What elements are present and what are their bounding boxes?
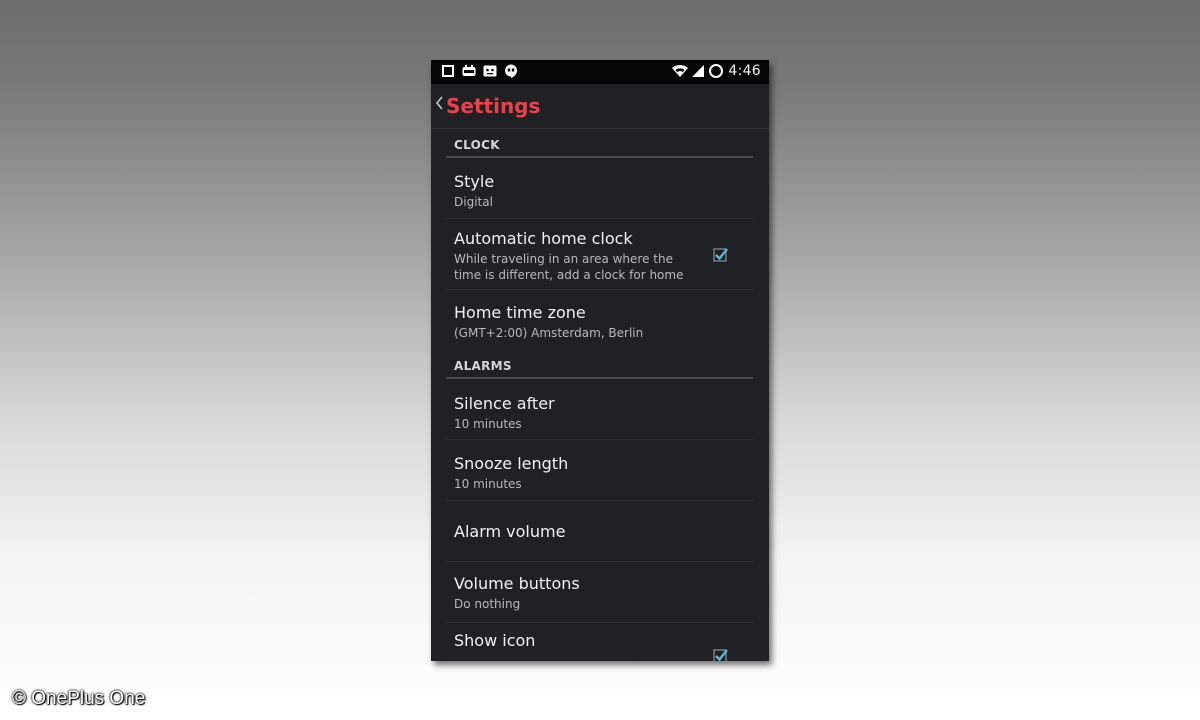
status-bar: 4:46 xyxy=(431,60,769,84)
page-title[interactable]: Settings xyxy=(446,94,540,118)
setting-show-icon[interactable]: Show icon xyxy=(446,623,753,661)
back-chevron-icon[interactable] xyxy=(435,96,444,110)
setting-summary: Do nothing xyxy=(454,597,521,611)
setting-summary: 10 minutes xyxy=(454,477,522,491)
wifi-icon xyxy=(672,64,689,77)
setting-title: Volume buttons xyxy=(454,574,580,593)
setting-alarm-volume[interactable]: Alarm volume xyxy=(446,501,753,562)
setting-title: Silence after xyxy=(454,394,555,413)
section-header-label: ALARMS xyxy=(454,359,512,373)
setting-title: Automatic home clock xyxy=(454,229,633,248)
checkbox-checked-icon[interactable] xyxy=(713,247,728,262)
settings-list: CLOCK Style Digital Automatic home clock… xyxy=(431,129,769,661)
notification-icons xyxy=(441,64,518,78)
copyright-watermark: © OnePlus One xyxy=(12,688,146,709)
gamepad-icon xyxy=(462,64,476,76)
setting-snooze-length[interactable]: Snooze length 10 minutes xyxy=(446,440,753,501)
clock-time: 4:46 xyxy=(728,63,761,79)
setting-title: Home time zone xyxy=(454,303,586,322)
setting-home-time-zone[interactable]: Home time zone (GMT+2:00) Amsterdam, Ber… xyxy=(446,290,753,350)
section-header-clock: CLOCK xyxy=(446,129,753,158)
status-indicators: 4:46 xyxy=(672,63,761,79)
setting-volume-buttons[interactable]: Volume buttons Do nothing xyxy=(446,562,753,623)
signal-icon xyxy=(692,65,705,77)
action-bar: Settings xyxy=(431,84,769,129)
setting-title: Show icon xyxy=(454,631,536,650)
setting-summary: 10 minutes xyxy=(454,417,522,431)
hangouts-icon xyxy=(505,64,517,78)
setting-title: Style xyxy=(454,172,495,191)
square-icon xyxy=(442,65,454,77)
setting-summary: While traveling in an area where the tim… xyxy=(454,252,684,282)
setting-automatic-home-clock[interactable]: Automatic home clock While traveling in … xyxy=(446,219,753,290)
setting-title: Alarm volume xyxy=(454,522,566,541)
setting-style[interactable]: Style Digital xyxy=(446,158,753,219)
phone-screen: 4:46 Settings CLOCK Style Digital Automa… xyxy=(431,60,769,661)
battery-ring-icon xyxy=(709,64,724,78)
setting-silence-after[interactable]: Silence after 10 minutes xyxy=(446,379,753,440)
setting-summary: Digital xyxy=(454,195,493,209)
setting-title: Snooze length xyxy=(454,454,569,473)
setting-summary: (GMT+2:00) Amsterdam, Berlin xyxy=(454,326,644,340)
messenger-icon xyxy=(483,65,497,77)
section-header-alarms: ALARMS xyxy=(446,350,753,379)
section-header-label: CLOCK xyxy=(454,138,500,152)
checkbox-checked-icon[interactable] xyxy=(713,648,728,661)
